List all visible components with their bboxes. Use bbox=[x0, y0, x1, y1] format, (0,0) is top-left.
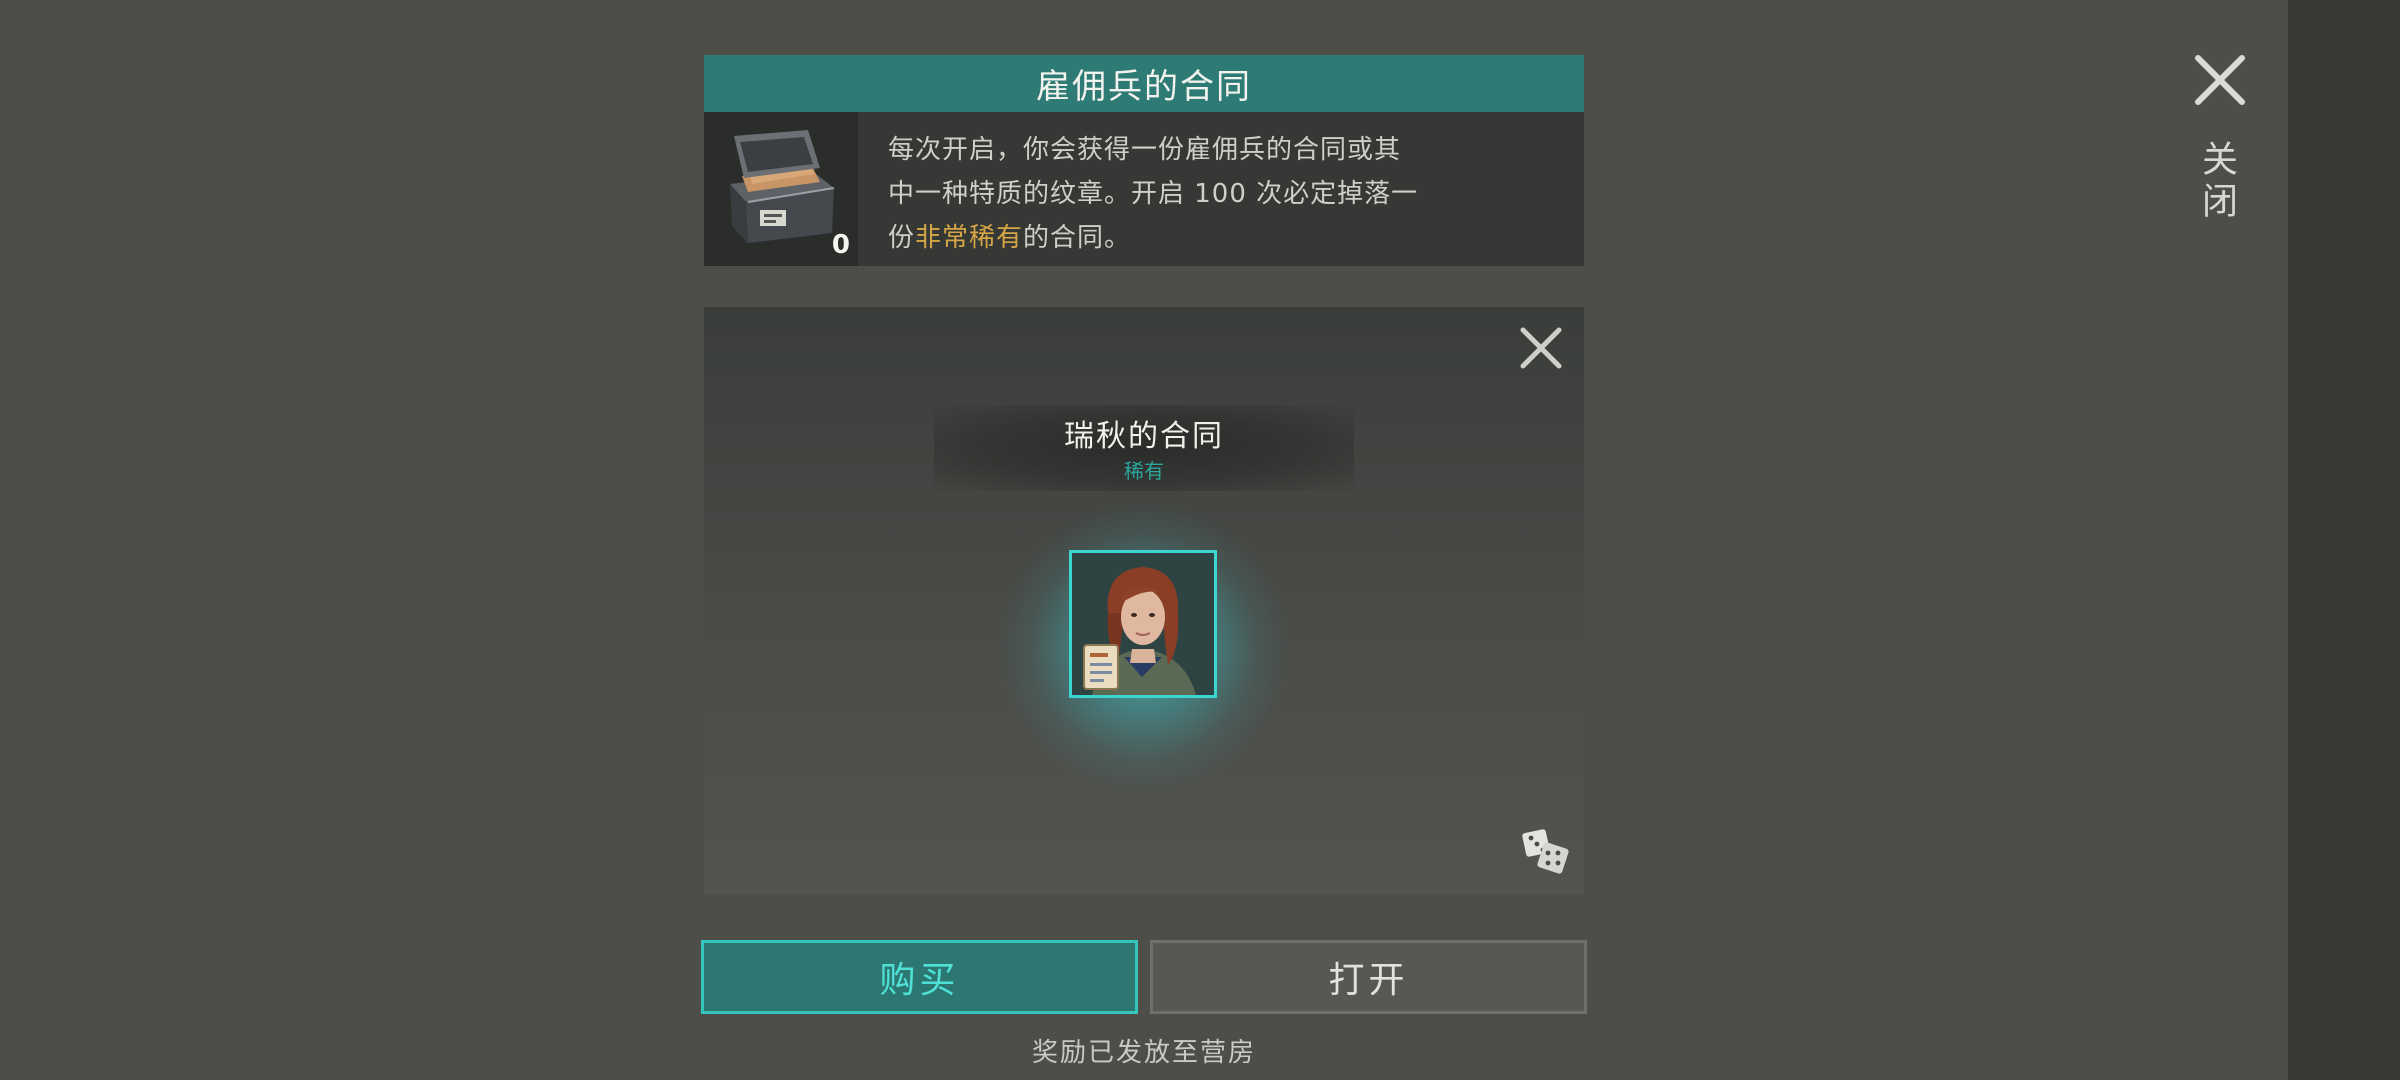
right-side-strip bbox=[2288, 0, 2400, 1080]
chest-icon bbox=[730, 130, 835, 245]
description-line-3-suffix: 的合同。 bbox=[1023, 223, 1132, 253]
description-line-3: 份非常稀有的合同。 bbox=[888, 216, 1448, 260]
page-title: 雇佣兵的合同 bbox=[704, 55, 1584, 112]
reward-rarity: 稀有 bbox=[1124, 459, 1164, 483]
very-rare-highlight: 非常稀有 bbox=[915, 223, 1024, 253]
reward-panel: 瑞秋的合同 稀有 bbox=[704, 307, 1584, 894]
close-label[interactable]: 关闭 bbox=[2196, 140, 2242, 224]
dice-icon[interactable] bbox=[1520, 825, 1570, 875]
reward-close-icon[interactable] bbox=[1516, 323, 1566, 373]
chest-count: 0 bbox=[831, 230, 850, 260]
info-panel: 0 每次开启，你会获得一份雇佣兵的合同或其 中一种特质的纹章。开启 100 次必… bbox=[704, 112, 1584, 266]
description-line-2: 中一种特质的纹章。开启 100 次必定掉落一 bbox=[888, 179, 1419, 209]
reward-name: 瑞秋的合同 bbox=[1064, 419, 1224, 454]
description-line-3-prefix: 份 bbox=[888, 223, 916, 253]
description: 每次开启，你会获得一份雇佣兵的合同或其 中一种特质的纹章。开启 100 次必定掉… bbox=[888, 128, 1448, 260]
reward-delivery-note: 奖励已发放至营房 bbox=[1031, 1038, 1256, 1068]
description-line-1: 每次开启，你会获得一份雇佣兵的合同或其 bbox=[888, 135, 1402, 165]
close-icon[interactable] bbox=[2190, 50, 2250, 110]
mercenary-portrait-icon bbox=[1072, 553, 1214, 695]
chest-item: 0 bbox=[704, 112, 858, 266]
buy-button[interactable]: 购买 bbox=[701, 940, 1138, 1014]
reward-portrait[interactable] bbox=[1069, 550, 1217, 698]
open-button[interactable]: 打开 bbox=[1150, 940, 1587, 1014]
